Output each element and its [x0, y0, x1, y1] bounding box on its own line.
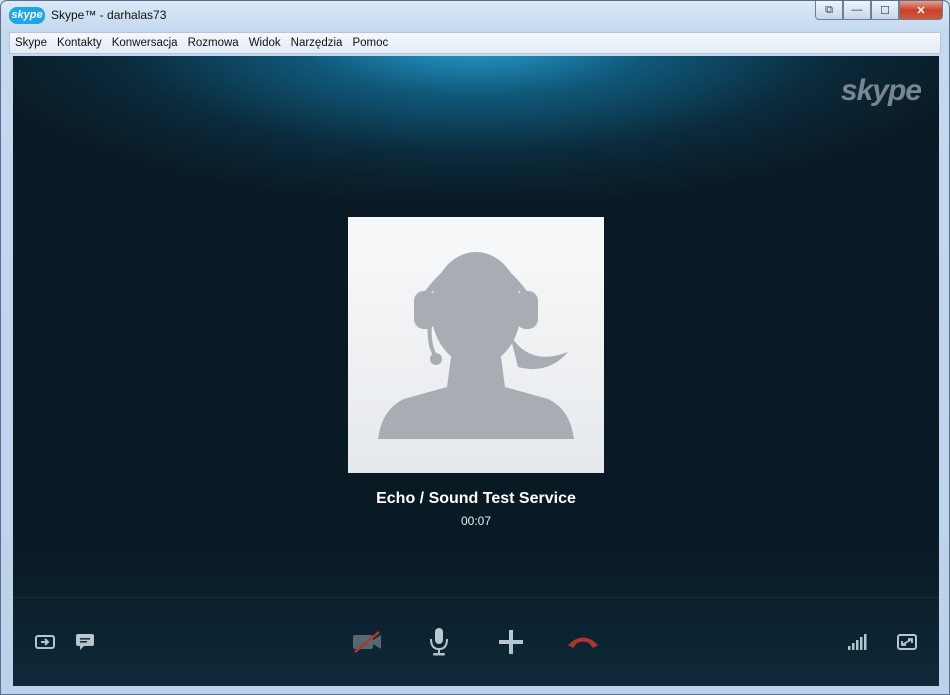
- chat-bubble-icon: [76, 634, 94, 650]
- hang-up-phone-icon: [568, 637, 598, 648]
- menu-kontakty[interactable]: Kontakty: [52, 37, 107, 49]
- add-participant-button[interactable]: [497, 628, 525, 656]
- hang-up-button[interactable]: [565, 630, 601, 654]
- menu-skype[interactable]: Skype: [10, 37, 52, 49]
- signal-bars-icon: [848, 634, 867, 650]
- close-button[interactable]: ✕: [899, 1, 943, 20]
- call-controls-bar: [13, 597, 939, 686]
- share-screen-button[interactable]: [33, 630, 57, 654]
- menu-narzedzia[interactable]: Narzędzia: [286, 37, 348, 49]
- contact-avatar: [348, 217, 604, 473]
- contact-name: Echo / Sound Test Service: [376, 490, 576, 507]
- share-icon: [35, 635, 55, 649]
- window-title: Skype™ - darhalas73: [51, 8, 167, 22]
- call-quality-indicator[interactable]: [845, 630, 869, 654]
- call-timer: 00:07: [460, 514, 492, 528]
- menu-rozmowa[interactable]: Rozmowa: [183, 37, 244, 49]
- skype-window: skype Skype™ - darhalas73 ⧉ — ☐ ✕ Skype …: [0, 0, 950, 695]
- skype-logo-icon: skype: [9, 7, 45, 24]
- menu-widok[interactable]: Widok: [244, 37, 286, 49]
- headset-person-icon: [378, 252, 574, 439]
- menu-konwersacja[interactable]: Konwersacja: [107, 37, 183, 49]
- restore-window-button[interactable]: ⧉: [815, 1, 843, 20]
- microphone-icon: [430, 628, 448, 656]
- window-controls: ⧉ — ☐ ✕: [815, 1, 943, 20]
- maximize-button[interactable]: ☐: [871, 1, 899, 20]
- video-toggle-button[interactable]: [349, 628, 385, 656]
- call-view: skype Echo / Sound Test Service 00:07: [13, 56, 939, 686]
- menu-bar: Skype Kontakty Konwersacja Rozmowa Widok…: [9, 32, 941, 54]
- plus-icon: [499, 630, 523, 654]
- video-off-icon: [353, 631, 381, 653]
- skype-watermark-logo: skype: [840, 74, 922, 107]
- menu-pomoc[interactable]: Pomoc: [347, 37, 393, 49]
- microphone-button[interactable]: [427, 626, 451, 658]
- fullscreen-icon: [897, 634, 917, 650]
- fullscreen-button[interactable]: [895, 630, 919, 654]
- chat-button[interactable]: [73, 630, 97, 654]
- minimize-button[interactable]: —: [843, 1, 871, 20]
- title-bar[interactable]: skype Skype™ - darhalas73 ⧉ — ☐ ✕: [1, 1, 949, 31]
